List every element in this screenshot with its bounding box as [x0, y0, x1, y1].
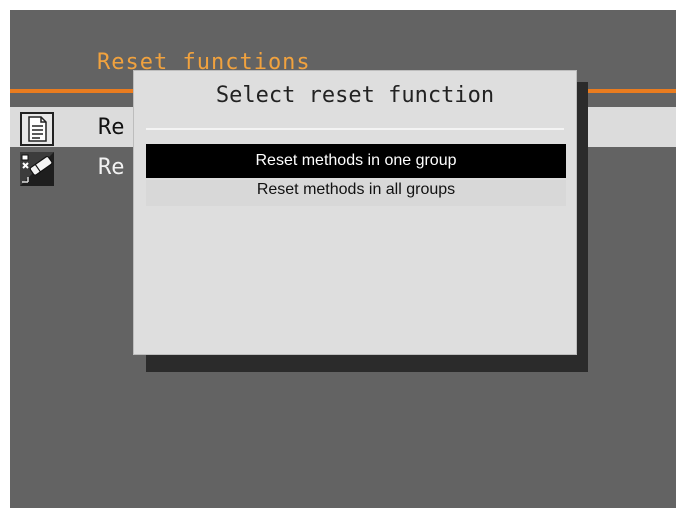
menu-row-label: Re	[98, 115, 125, 140]
menu-row-label: Re	[98, 155, 125, 180]
option-reset-one-group[interactable]: Reset methods in one group	[146, 144, 566, 178]
dialog-divider	[146, 128, 564, 130]
reset-function-dialog: Select reset function Reset methods in o…	[133, 70, 577, 355]
document-icon	[20, 112, 54, 146]
device-screen: Reset functions Re Re Select reset funct…	[10, 10, 676, 508]
eraser-icon	[20, 152, 54, 186]
dialog-title: Select reset function	[215, 83, 495, 108]
option-reset-all-groups[interactable]: Reset methods in all groups	[146, 180, 566, 206]
